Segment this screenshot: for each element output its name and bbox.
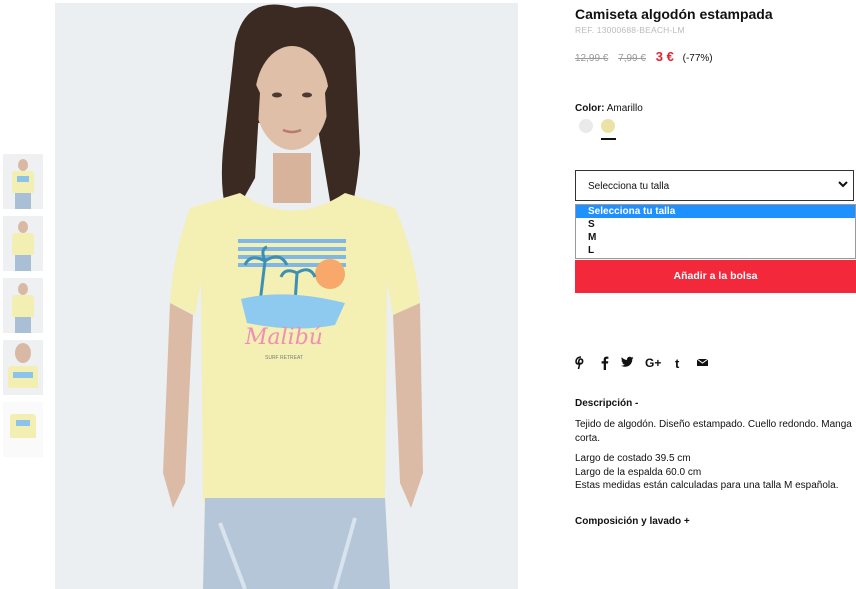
color-label-text: Color: (575, 103, 605, 114)
product-ref: REF. 13000688-BEACH-LM (575, 25, 685, 35)
price-row: 12,99 € 7,99 € 3 € (-77%) (575, 49, 713, 64)
pinterest-icon[interactable] (575, 356, 587, 373)
thumbnail-5[interactable] (3, 402, 43, 457)
thumbnail-3[interactable] (3, 278, 43, 333)
thumbnail-2[interactable] (3, 216, 43, 271)
product-main-image: Malibú SURF RETREAT (55, 3, 518, 589)
tumblr-icon[interactable]: t (675, 356, 679, 371)
print-text: Malibú (244, 325, 323, 350)
description-line: Tejido de algodón. Diseño estampado. Cue… (575, 419, 852, 444)
size-option[interactable]: Selecciona tu talla (576, 205, 855, 218)
thumbnail-1[interactable] (3, 154, 43, 209)
size-select[interactable]: Selecciona tu talla (575, 170, 854, 201)
description-body: Tejido de algodón. Diseño estampado. Cue… (575, 418, 855, 493)
add-to-bag-button[interactable]: Añadir a la bolsa (575, 260, 856, 293)
size-dropdown: Selecciona tu talla S M L (575, 204, 856, 259)
color-swatch-yellow[interactable] (601, 119, 615, 133)
thumbnail-4[interactable] (3, 340, 43, 395)
size-option-l[interactable]: L (576, 244, 855, 257)
size-option-s[interactable]: S (576, 218, 855, 231)
price-original: 12,99 € (575, 53, 609, 64)
description-line: Largo de costado 39.5 cm (575, 453, 691, 464)
description-line: Largo de la espalda 60.0 cm (575, 466, 702, 478)
composition-heading[interactable]: Composición y lavado + (575, 516, 690, 527)
email-icon[interactable] (696, 356, 709, 371)
color-swatch-white[interactable] (579, 119, 593, 133)
selected-swatch-indicator (601, 138, 616, 140)
discount-badge: (-77%) (682, 53, 713, 64)
chevron-down-icon (837, 171, 849, 202)
price-current: 3 € (655, 49, 674, 64)
print-subtext: SURF RETREAT (265, 355, 303, 361)
google-plus-icon[interactable]: G+ (645, 356, 661, 370)
size-select-value: Selecciona tu talla (588, 181, 670, 192)
description-heading[interactable]: Descripción - (575, 398, 638, 409)
color-label: Color: Amarillo (575, 103, 643, 114)
product-title: Camiseta algodón estampada (575, 6, 773, 22)
size-option-m[interactable]: M (576, 231, 855, 244)
price-previous: 7,99 € (618, 53, 646, 64)
color-selected: Amarillo (606, 103, 643, 114)
description-line: Estas medidas están calculadas para una … (575, 480, 839, 491)
twitter-icon[interactable] (621, 356, 634, 371)
thumbnail-strip (3, 154, 43, 464)
facebook-icon[interactable] (600, 356, 609, 373)
